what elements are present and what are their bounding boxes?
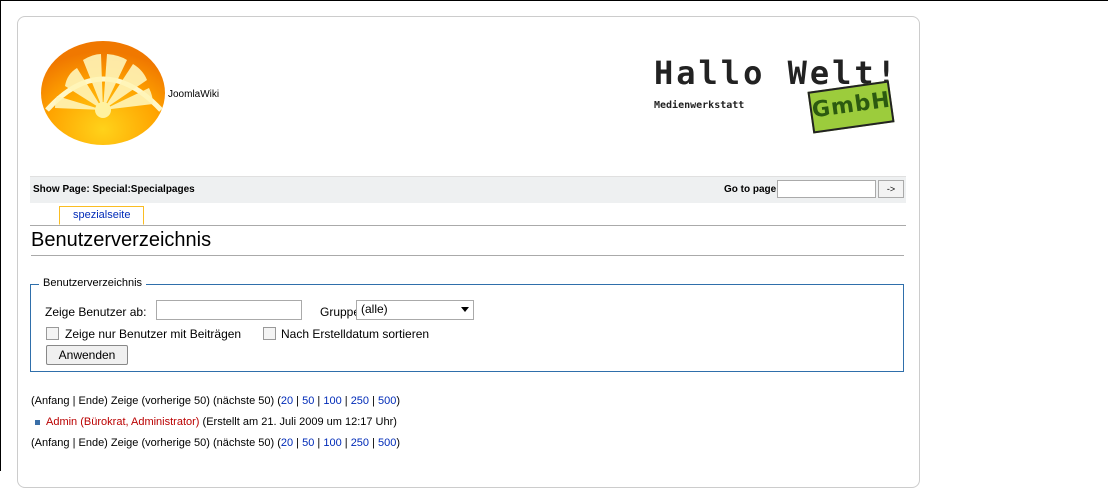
from-user-label: Zeige Benutzer ab: [45,305,147,319]
limit-link[interactable]: 500 [378,395,396,407]
screen-border-top [0,0,1108,1]
pager-sep: | [369,395,379,407]
brand-logo: Hallo Welt! Medienwerkstatt GmbH [654,54,904,136]
limit-link[interactable]: 100 [323,395,341,407]
orange-slice-logo[interactable] [37,38,167,148]
brand-subtitle: Medienwerkstatt [654,100,745,111]
show-page-bar: Show Page: Special:Specialpages Go to pa… [30,176,906,203]
group-select-value: (alle) [361,302,388,316]
limit-link[interactable]: 100 [323,437,341,449]
list-item: Admin (Bürokrat, Administrator) (Erstell… [35,416,397,428]
contrib-only-checkbox[interactable] [46,327,59,340]
group-select[interactable]: (alle) [356,300,474,320]
pager-top: (Anfang | Ende) Zeige (vorherige 50) (nä… [31,395,400,407]
pager-sep: | [314,437,324,449]
user-created: (Erstellt am 21. Juli 2009 um 12:17 Uhr) [202,416,397,428]
user-list-form: Benutzerverzeichnis Zeige Benutzer ab: G… [30,277,904,372]
pager-prefix: (Anfang | Ende) Zeige (vorherige 50) (nä… [31,395,281,407]
groups-close-paren: ) [195,416,200,428]
user-groups-link[interactable]: Bürokrat, Administrator [84,416,196,428]
from-user-input[interactable] [156,300,302,320]
tab-spezialseite[interactable]: spezialseite [59,206,145,225]
page-title: Benutzerverzeichnis [31,229,212,251]
pager-suffix: ) [396,437,401,449]
site-name: JoomlaWiki [168,89,220,100]
pager-bottom: (Anfang | Ende) Zeige (vorherige 50) (nä… [31,437,400,449]
tab-strip: spezialseite [30,203,906,226]
goto-page-input[interactable] [777,180,876,198]
pager-sep: | [341,437,351,449]
contrib-only-label: Zeige nur Benutzer mit Beiträgen [65,327,242,341]
pager-suffix: ) [396,395,401,407]
goto-page-button[interactable]: -> [878,180,904,198]
limit-link[interactable]: 50 [302,395,314,407]
user-link[interactable]: Admin [46,416,77,428]
pager-sep: | [314,395,324,407]
screen-border-left [0,0,1,471]
chevron-down-icon [461,307,469,312]
sort-by-date-label: Nach Erstelldatum sortieren [281,327,430,341]
limit-link[interactable]: 250 [351,395,369,407]
title-divider [31,255,904,256]
sort-by-date-checkbox[interactable] [263,327,276,340]
pager-sep: | [369,437,379,449]
pager-sep: | [293,395,303,407]
pager-sep: | [293,437,303,449]
form-legend: Benutzerverzeichnis [39,277,147,289]
limit-link[interactable]: 20 [281,395,293,407]
limit-link[interactable]: 20 [281,437,293,449]
limit-link[interactable]: 250 [351,437,369,449]
bullet-icon [35,419,40,425]
apply-button[interactable]: Anwenden [46,345,128,365]
goto-label: Go to page: [724,184,780,195]
limit-link[interactable]: 50 [302,437,314,449]
show-page-label: Show Page: Special:Specialpages [33,184,195,195]
pager-prefix: (Anfang | Ende) Zeige (vorherige 50) (nä… [31,437,281,449]
pager-sep: | [341,395,351,407]
limit-link[interactable]: 500 [378,437,396,449]
